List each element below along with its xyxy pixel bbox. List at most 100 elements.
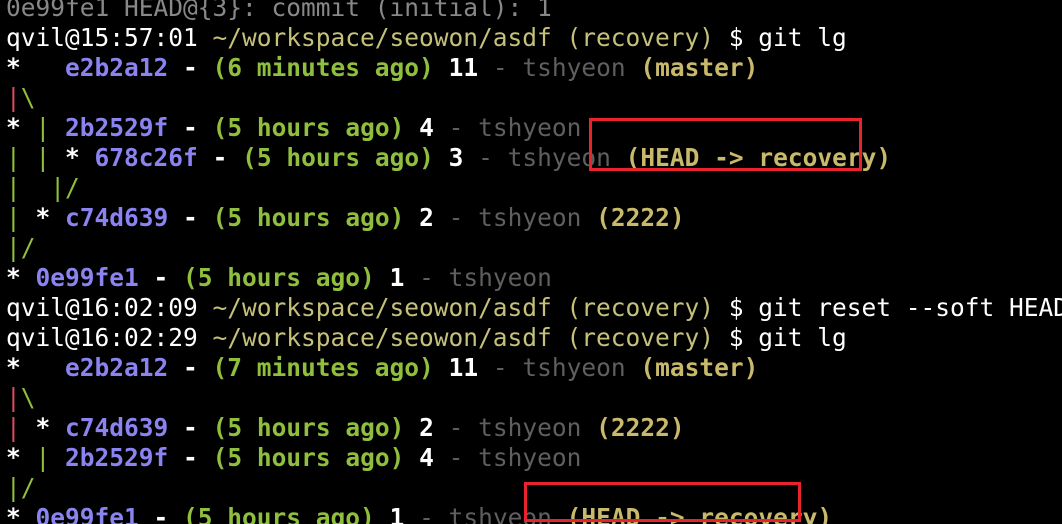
ref-label: (HEAD -> recovery) [610, 143, 892, 172]
commit-hash: c74d639 [65, 413, 169, 442]
terminal-line: | * c74d639 - (5 hours ago) 2 - tshyeon … [6, 413, 685, 443]
terminal-text: 4 [404, 113, 449, 142]
terminal-text: 11 [433, 353, 493, 382]
commit-date: (7 minutes ago) [212, 353, 434, 382]
terminal-line: |\ [6, 83, 36, 113]
terminal-text: - [168, 413, 213, 442]
terminal-line: | |/ [6, 173, 80, 203]
ref-label: (2222) [581, 413, 685, 442]
graph-line: | [6, 203, 36, 232]
commit-date: (6 minutes ago) [212, 53, 434, 82]
terminal-text: * [65, 143, 95, 172]
terminal-text: 1 [374, 263, 420, 292]
commit-author: - tshyeon [492, 53, 626, 82]
terminal-text: - [168, 53, 213, 82]
terminal-text: 11 [433, 53, 493, 82]
commit-hash: 2b2529f [65, 443, 169, 472]
commit-date: (5 hours ago) [212, 413, 405, 442]
terminal-text: * [35, 413, 66, 442]
ref-label: (HEAD -> recovery) [551, 503, 833, 524]
terminal-text: - [168, 113, 213, 142]
graph-line: \ [20, 383, 36, 412]
terminal-line: * 0e99fe1 - (5 hours ago) 1 - tshyeon [6, 263, 552, 293]
terminal-line: |/ [6, 473, 36, 503]
graph-line: | [35, 143, 66, 172]
terminal-line: * | 2b2529f - (5 hours ago) 4 - tshyeon [6, 113, 581, 143]
terminal-line: * 0e99fe1 - (5 hours ago) 1 - tshyeon (H… [6, 503, 832, 524]
terminal-line: qvil@16:02:09 ~/workspace/seowon/asdf (r… [6, 293, 1062, 323]
terminal-line: | | * 678c26f - (5 hours ago) 3 - tshyeo… [6, 143, 891, 173]
prompt-path: ~/workspace/seowon/asdf (recovery) [212, 323, 715, 352]
graph-line: | [6, 173, 36, 202]
shell-prompt: qvil@16:02:09 [6, 293, 213, 322]
commit-date: (5 hours ago) [212, 443, 405, 472]
terminal-line: |/ [6, 233, 36, 263]
graph-line: |/ [6, 473, 36, 502]
prompt-path: ~/workspace/seowon/asdf (recovery) [212, 23, 715, 52]
graph-line: \ [20, 83, 36, 112]
shell-prompt: $ git lg [714, 323, 847, 352]
terminal-text: 1 [374, 503, 420, 524]
commit-hash: 0e99fe1 [35, 263, 139, 292]
commit-hash: 678c26f [94, 143, 198, 172]
commit-hash: 2b2529f [65, 113, 169, 142]
terminal-line: qvil@16:02:29 ~/workspace/seowon/asdf (r… [6, 323, 847, 353]
terminal-line: * | 2b2529f - (5 hours ago) 4 - tshyeon [6, 443, 581, 473]
commit-author: - tshyeon [419, 263, 552, 292]
terminal-text: * [6, 443, 36, 472]
terminal-text: * [6, 263, 36, 292]
shell-prompt: qvil@15:57:01 [6, 23, 213, 52]
commit-author: - tshyeon [448, 443, 582, 472]
graph-line: | [6, 383, 21, 412]
graph-line: |/ [6, 233, 36, 262]
graph-line: |/ [35, 173, 80, 202]
terminal-text: 3 [433, 143, 479, 172]
terminal-text: - [197, 143, 243, 172]
terminal-text: * [6, 503, 36, 524]
commit-author: - tshyeon [448, 203, 582, 232]
commit-author: - tshyeon [419, 503, 552, 524]
prompt-path: ~/workspace/seowon/asdf (recovery) [212, 293, 715, 322]
terminal-text: * [6, 113, 36, 142]
shell-prompt: qvil@16:02:29 [6, 323, 213, 352]
ref-label: (master) [625, 353, 759, 382]
terminal-text: - [168, 203, 213, 232]
graph-line: | [35, 113, 66, 142]
ref-label: (2222) [581, 203, 685, 232]
terminal-text: 2 [404, 203, 449, 232]
commit-author: - tshyeon [448, 113, 582, 142]
terminal-line: qvil@15:57:01 ~/workspace/seowon/asdf (r… [6, 23, 847, 53]
commit-author: - tshyeon [478, 143, 611, 172]
commit-author: - tshyeon [492, 353, 626, 382]
commit-date: (5 hours ago) [242, 143, 434, 172]
terminal-line: * e2b2a12 - (7 minutes ago) 11 - tshyeon… [6, 353, 758, 383]
commit-date: (5 hours ago) [183, 263, 375, 292]
commit-hash: e2b2a12 [65, 353, 169, 382]
terminal-line: | * c74d639 - (5 hours ago) 2 - tshyeon … [6, 203, 685, 233]
terminal-line: * e2b2a12 - (6 minutes ago) 11 - tshyeon… [6, 53, 758, 83]
commit-hash: e2b2a12 [65, 53, 169, 82]
shell-prompt: $ git reset --soft HEAD~2 [714, 293, 1062, 322]
terminal-text: - [168, 443, 213, 472]
graph-line: | [35, 443, 66, 472]
commit-date: (5 hours ago) [212, 113, 405, 142]
terminal-line: |\ [6, 383, 36, 413]
commit-hash: 0e99fe1 [35, 503, 139, 524]
terminal-text: 0e99fe1 HEAD@{3}: commit (initial): 1 [6, 0, 552, 22]
terminal-text: - [138, 263, 184, 292]
terminal-text: * [35, 203, 66, 232]
terminal-text: - [168, 353, 213, 382]
commit-date: (5 hours ago) [212, 203, 405, 232]
commit-date: (5 hours ago) [183, 503, 375, 524]
terminal-text: * [6, 353, 66, 382]
ref-label: (master) [625, 53, 759, 82]
terminal-text: - [138, 503, 184, 524]
graph-line: | [6, 83, 21, 112]
terminal-text: 2 [404, 413, 449, 442]
terminal-text: * [6, 53, 66, 82]
commit-hash: c74d639 [65, 203, 169, 232]
terminal-text: 4 [404, 443, 449, 472]
terminal-window: 0e99fe1 HEAD@{3}: commit (initial): 1 qvi… [0, 0, 1062, 524]
graph-line: | [6, 143, 36, 172]
terminal-line: 0e99fe1 HEAD@{3}: commit (initial): 1 [6, 0, 552, 23]
